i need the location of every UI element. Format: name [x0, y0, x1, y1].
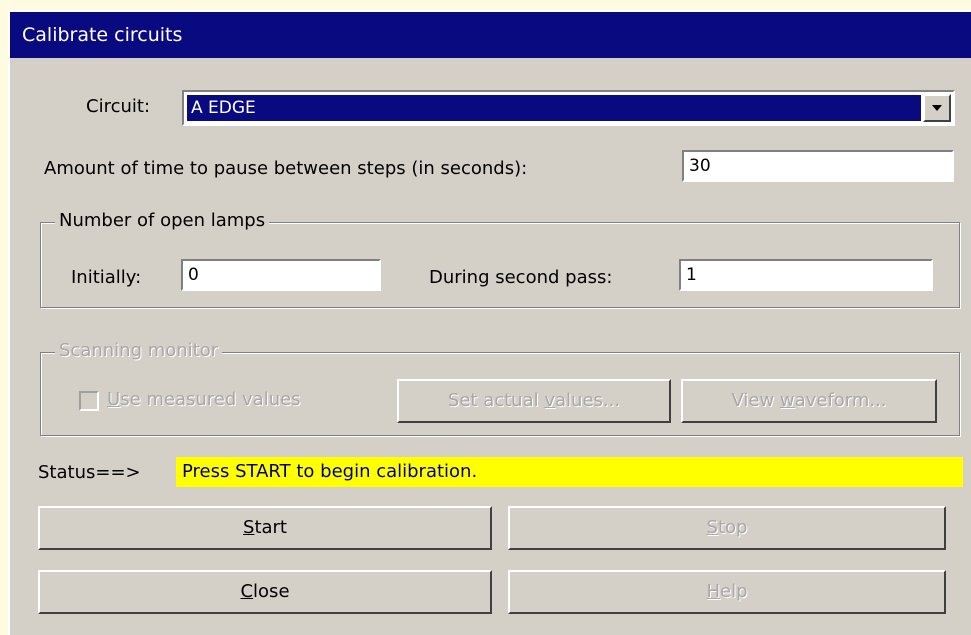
set-actual-values-button[interactable]: Set actual values...: [397, 379, 671, 423]
close-button[interactable]: Close: [38, 570, 492, 614]
help-button[interactable]: Help: [508, 570, 946, 614]
calibrate-dialog: Calibrate circuits Circuit: A EDGE Amoun…: [8, 10, 971, 635]
scanning-monitor-group: Scanning monitor Use measured values Set…: [40, 340, 960, 436]
title-bar: Calibrate circuits: [10, 12, 971, 58]
use-measured-label: Use measured values: [107, 389, 301, 410]
circuit-select[interactable]: A EDGE: [182, 90, 955, 126]
status-message: Press START to begin calibration.: [176, 457, 963, 487]
scanning-monitor-group-label: Scanning monitor: [55, 340, 223, 361]
status-label: Status==>: [38, 462, 141, 483]
open-lamps-group-label: Number of open lamps: [55, 210, 270, 231]
dropdown-button[interactable]: [923, 94, 951, 122]
chevron-down-icon: [932, 105, 942, 111]
view-waveform-button[interactable]: View waveform...: [681, 379, 937, 423]
stop-button[interactable]: Stop: [508, 506, 946, 550]
top-strip: [0, 0, 971, 10]
initially-label: Initially:: [71, 267, 142, 288]
second-pass-label: During second pass:: [429, 267, 613, 288]
circuit-select-value: A EDGE: [187, 95, 921, 121]
pause-label: Amount of time to pause between steps (i…: [44, 158, 528, 179]
pause-seconds-input[interactable]: 30: [682, 150, 954, 182]
second-pass-input[interactable]: 1: [679, 259, 933, 291]
circuit-label: Circuit:: [86, 96, 151, 117]
window-title: Calibrate circuits: [22, 24, 183, 46]
start-button[interactable]: Start: [38, 506, 492, 550]
use-measured-checkbox[interactable]: [79, 391, 99, 411]
open-lamps-group: Number of open lamps Initially: 0 During…: [40, 210, 960, 308]
initially-input[interactable]: 0: [181, 259, 381, 291]
